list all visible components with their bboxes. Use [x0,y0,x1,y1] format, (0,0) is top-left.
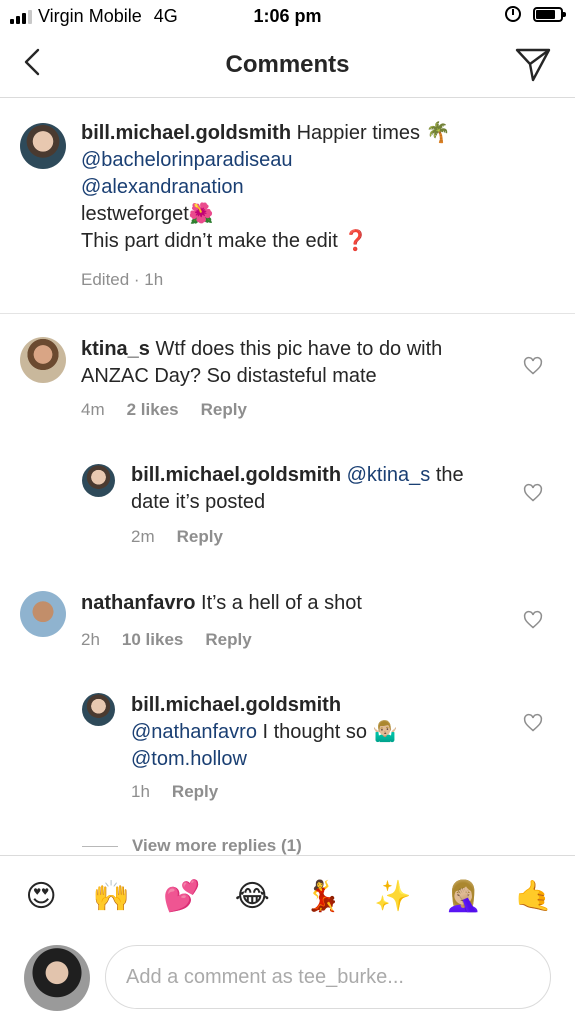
status-right [505,6,566,22]
reply-button[interactable]: Reply [172,782,218,801]
reply-meta: 2m Reply [131,527,245,547]
reply-time: 1h [131,782,150,801]
view-more-line [82,845,118,847]
comment-meta: 2h 10 likes Reply [81,630,274,650]
avatar[interactable] [82,464,115,497]
emoji-button[interactable]: 😂 [230,879,274,914]
caption-text: bill.michael.goldsmith Happier times 🌴 @… [81,120,551,255]
mention-link[interactable]: @tom.hollow [131,746,511,773]
status-bar: Virgin Mobile 4G 1:06 pm [0,0,575,32]
reply-body: I thought so [262,721,368,743]
flower-emoji: 🌺 [188,203,214,225]
comment-username[interactable]: ktina_s [81,338,150,360]
reply-text: bill.michael.goldsmith @ktina_s the date… [131,462,501,516]
mention-link[interactable]: @alexandranation [81,174,551,201]
view-more-label: View more replies (1) [132,836,302,855]
mention-link[interactable]: @nathanfavro [131,721,257,743]
comment-composer: Add a comment as tee_burke... [0,937,575,1023]
reply-button[interactable]: Reply [177,527,223,546]
comment-meta: 4m 2 likes Reply [81,400,269,420]
comment-text: ktina_s Wtf does this pic have to do wit… [81,336,501,390]
avatar[interactable] [20,591,66,637]
hashtag-text: lestweforget [81,203,189,225]
nav-bar: Comments [0,32,575,98]
emoji-button[interactable]: 💃 [301,879,345,914]
caption-username[interactable]: bill.michael.goldsmith [81,122,291,144]
heart-icon[interactable] [523,610,543,630]
question-emoji: ❓ [343,230,369,252]
shrug-emoji: 🤷🏼‍♂️ [372,721,398,743]
emoji-button[interactable]: 🙌 [90,879,134,914]
likes-count[interactable]: 10 likes [122,630,183,649]
palm-emoji: 🌴 [425,122,451,144]
emoji-button[interactable]: 💕 [160,879,204,914]
reply-button[interactable]: Reply [205,630,251,649]
emoji-button[interactable]: 🤦🏼‍♀️ [441,879,485,914]
avatar[interactable] [82,693,115,726]
caption-line4: This part didn’t make the edit [81,230,338,252]
divider [0,313,575,314]
comment-time: 2h [81,630,100,649]
emoji-bar: 😍 🙌 💕 😂 💃 ✨ 🤦🏼‍♀️ 🤙 [0,855,575,937]
reply-username[interactable]: bill.michael.goldsmith [131,694,341,716]
caption-line1: Happier times [296,122,420,144]
reply-time: 2m [131,527,155,546]
avatar[interactable] [20,123,66,169]
reply-meta: 1h Reply [131,782,240,802]
comment-input[interactable]: Add a comment as tee_burke... [105,945,551,1009]
reply-text: bill.michael.goldsmith @nathanfavro I th… [131,692,511,773]
heart-icon[interactable] [523,713,543,733]
mention-link[interactable]: @bachelorinparadiseau [81,147,551,174]
likes-count[interactable]: 2 likes [127,400,179,419]
mention-link[interactable]: @ktina_s [347,464,431,486]
comment-username[interactable]: nathanfavro [81,592,195,614]
comment-text: nathanfavro It’s a hell of a shot [81,590,501,617]
emoji-button[interactable]: 🤙 [512,879,556,914]
avatar[interactable] [20,337,66,383]
emoji-button[interactable]: ✨ [371,879,415,914]
status-time: 1:06 pm [253,6,322,26]
battery-icon [533,6,566,22]
alarm-icon [505,6,521,22]
reply-username[interactable]: bill.michael.goldsmith [131,464,341,486]
heart-icon[interactable] [523,483,543,503]
view-more-replies[interactable]: View more replies (1) [82,836,302,856]
comment-body: It’s a hell of a shot [201,592,362,614]
reply-button[interactable]: Reply [201,400,247,419]
heart-icon[interactable] [523,356,543,376]
user-avatar[interactable] [24,945,90,1011]
emoji-button[interactable]: 😍 [19,879,63,914]
comment-time: 4m [81,400,105,419]
caption-meta: Edited · 1h [81,270,164,289]
send-icon[interactable] [513,44,553,84]
page-title: Comments [225,51,350,78]
